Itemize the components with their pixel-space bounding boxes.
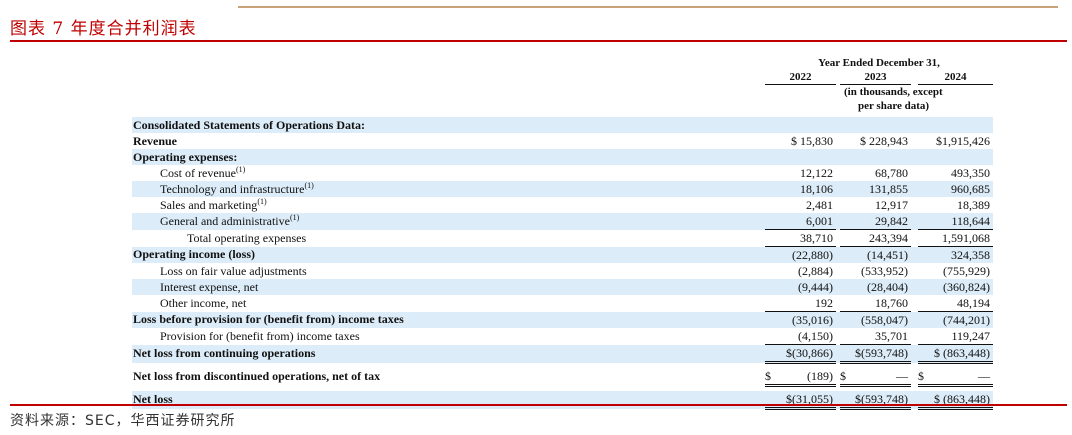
value-2023: 68,780 — [875, 165, 908, 180]
value-2023: 18,760 — [840, 295, 911, 312]
row-label: Total operating expenses — [187, 230, 307, 245]
year-2024-header: 2024 — [918, 70, 993, 85]
row-label: General and administrative(1) — [132, 213, 765, 230]
value-2023: 35,701 — [840, 328, 911, 345]
value-2024: (744,201) — [918, 311, 993, 328]
value-2022: (22,880) — [765, 246, 836, 263]
value-2022: $(30,866) — [765, 344, 836, 364]
row-label: Net loss from continuing operations — [132, 344, 765, 363]
units-row-2: per share data) — [132, 99, 993, 113]
footnote-mark: (1) — [257, 196, 267, 206]
table-row: Operating income (loss) (22,880) (14,451… — [132, 246, 993, 263]
value-2024: (755,929) — [943, 263, 990, 278]
value-2022: $ 15,830 — [791, 133, 833, 148]
table-row: Provision for (benefit from) income taxe… — [132, 328, 993, 345]
year-2022-header: 2022 — [765, 70, 836, 85]
value-2024: $ — — [918, 368, 993, 387]
value-2022: (2,884) — [798, 263, 833, 278]
value-2023: $ 228,943 — [860, 133, 908, 148]
source-note: 资料来源：SEC，华西证券研究所 — [10, 413, 236, 429]
value-2024: 18,389 — [957, 197, 990, 212]
units-note-line1: (in thousands, except — [844, 85, 943, 98]
value-2024: $ (863,448) — [918, 344, 993, 364]
row-label: Interest expense, net — [132, 279, 765, 295]
row-label: Technology and infrastructure(1) — [132, 181, 765, 197]
row-label: Provision for (benefit from) income taxe… — [160, 328, 360, 343]
value-2022: 2,481 — [806, 197, 833, 212]
row-label: Loss before provision for (benefit from)… — [132, 311, 765, 328]
table-row: Loss before provision for (benefit from)… — [132, 311, 993, 328]
row-label: Other income, net — [160, 295, 247, 310]
units-row-1: (in thousands, except — [132, 85, 993, 100]
value-2022: (35,016) — [765, 311, 836, 328]
table-row: Sales and marketing(1) 2,481 12,917 18,3… — [132, 197, 993, 213]
header-years-row: 2022 2023 2024 — [132, 70, 993, 85]
table-row: General and administrative(1) 6,001 29,8… — [132, 213, 993, 230]
header-period-row: Year Ended December 31, — [132, 56, 993, 70]
top-decorative-rule — [238, 6, 1058, 8]
table-row: Net loss from discontinued operations, n… — [132, 368, 993, 387]
table-row: Consolidated Statements of Operations Da… — [132, 117, 993, 133]
table-row: Total operating expenses 38,710 243,394 … — [132, 229, 993, 247]
row-label: Sales and marketing(1) — [160, 196, 267, 212]
value-2024: 48,194 — [918, 295, 993, 312]
value-2022: 192 — [765, 295, 836, 312]
footer-divider — [10, 404, 1067, 406]
row-label: Net loss from discontinued operations, n… — [133, 369, 381, 384]
income-statement-table: Year Ended December 31, 2022 2023 2024 (… — [132, 56, 993, 410]
footnote-mark: (1) — [235, 164, 246, 174]
row-label: Cost of revenue(1) — [160, 164, 246, 180]
table-row: Loss on fair value adjustments (2,884) (… — [132, 263, 993, 279]
value-2022: $ (189) — [765, 368, 836, 387]
value-2024: 1,591,068 — [918, 229, 993, 247]
table-row: Other income, net 192 18,760 48,194 — [132, 295, 993, 312]
value-2023: 131,855 — [840, 181, 911, 197]
value-2023: (14,451) — [840, 246, 911, 263]
value-2023: 243,394 — [840, 229, 911, 247]
value-2022: (4,150) — [765, 328, 836, 345]
table-row: Net loss from continuing operations $(30… — [132, 344, 993, 364]
value-2023: $ — — [840, 368, 911, 387]
footnote-mark: (1) — [289, 212, 300, 222]
value-2024: 324,358 — [918, 246, 993, 263]
value-2022: 18,106 — [765, 181, 836, 197]
value-2023: (28,404) — [840, 279, 911, 295]
row-label: Loss on fair value adjustments — [160, 263, 307, 278]
table-row: Interest expense, net (9,444) (28,404) (… — [132, 279, 993, 295]
value-2024: (360,824) — [918, 279, 993, 295]
table-row: Operating expenses: — [132, 149, 993, 165]
value-2023: (533,952) — [861, 263, 908, 278]
value-2023: 12,917 — [875, 197, 908, 212]
value-2024: 119,247 — [918, 328, 993, 345]
row-label: Operating income (loss) — [132, 246, 765, 263]
value-2022: (9,444) — [765, 279, 836, 295]
value-2024: 960,685 — [918, 181, 993, 197]
figure-title: 图表 7 年度合并利润表 — [10, 19, 197, 39]
value-2024: 118,644 — [918, 213, 993, 230]
value-2022: 6,001 — [765, 213, 836, 230]
value-2024: 493,350 — [951, 165, 990, 180]
value-2022: 38,710 — [765, 229, 836, 247]
period-header: Year Ended December 31, — [818, 56, 940, 69]
value-2023: 29,842 — [840, 213, 911, 230]
table-row: Cost of revenue(1) 12,122 68,780 493,350 — [132, 165, 993, 181]
value-2024: $1,915,426 — [936, 133, 990, 148]
value-2022: 12,122 — [800, 165, 833, 180]
table-row: Technology and infrastructure(1) 18,106 … — [132, 181, 993, 197]
row-label: Operating expenses: — [132, 149, 765, 165]
row-label: Consolidated Statements of Operations Da… — [132, 117, 765, 133]
value-2023: $(593,748) — [840, 344, 911, 364]
value-2023: (558,047) — [840, 311, 911, 328]
table-row: Revenue $ 15,830 $ 228,943 $1,915,426 — [132, 133, 993, 149]
footnote-mark: (1) — [304, 180, 314, 190]
row-label: Revenue — [133, 133, 177, 148]
title-divider — [10, 40, 1067, 42]
year-2023-header: 2023 — [840, 70, 911, 85]
units-note-line2: per share data) — [858, 99, 930, 112]
